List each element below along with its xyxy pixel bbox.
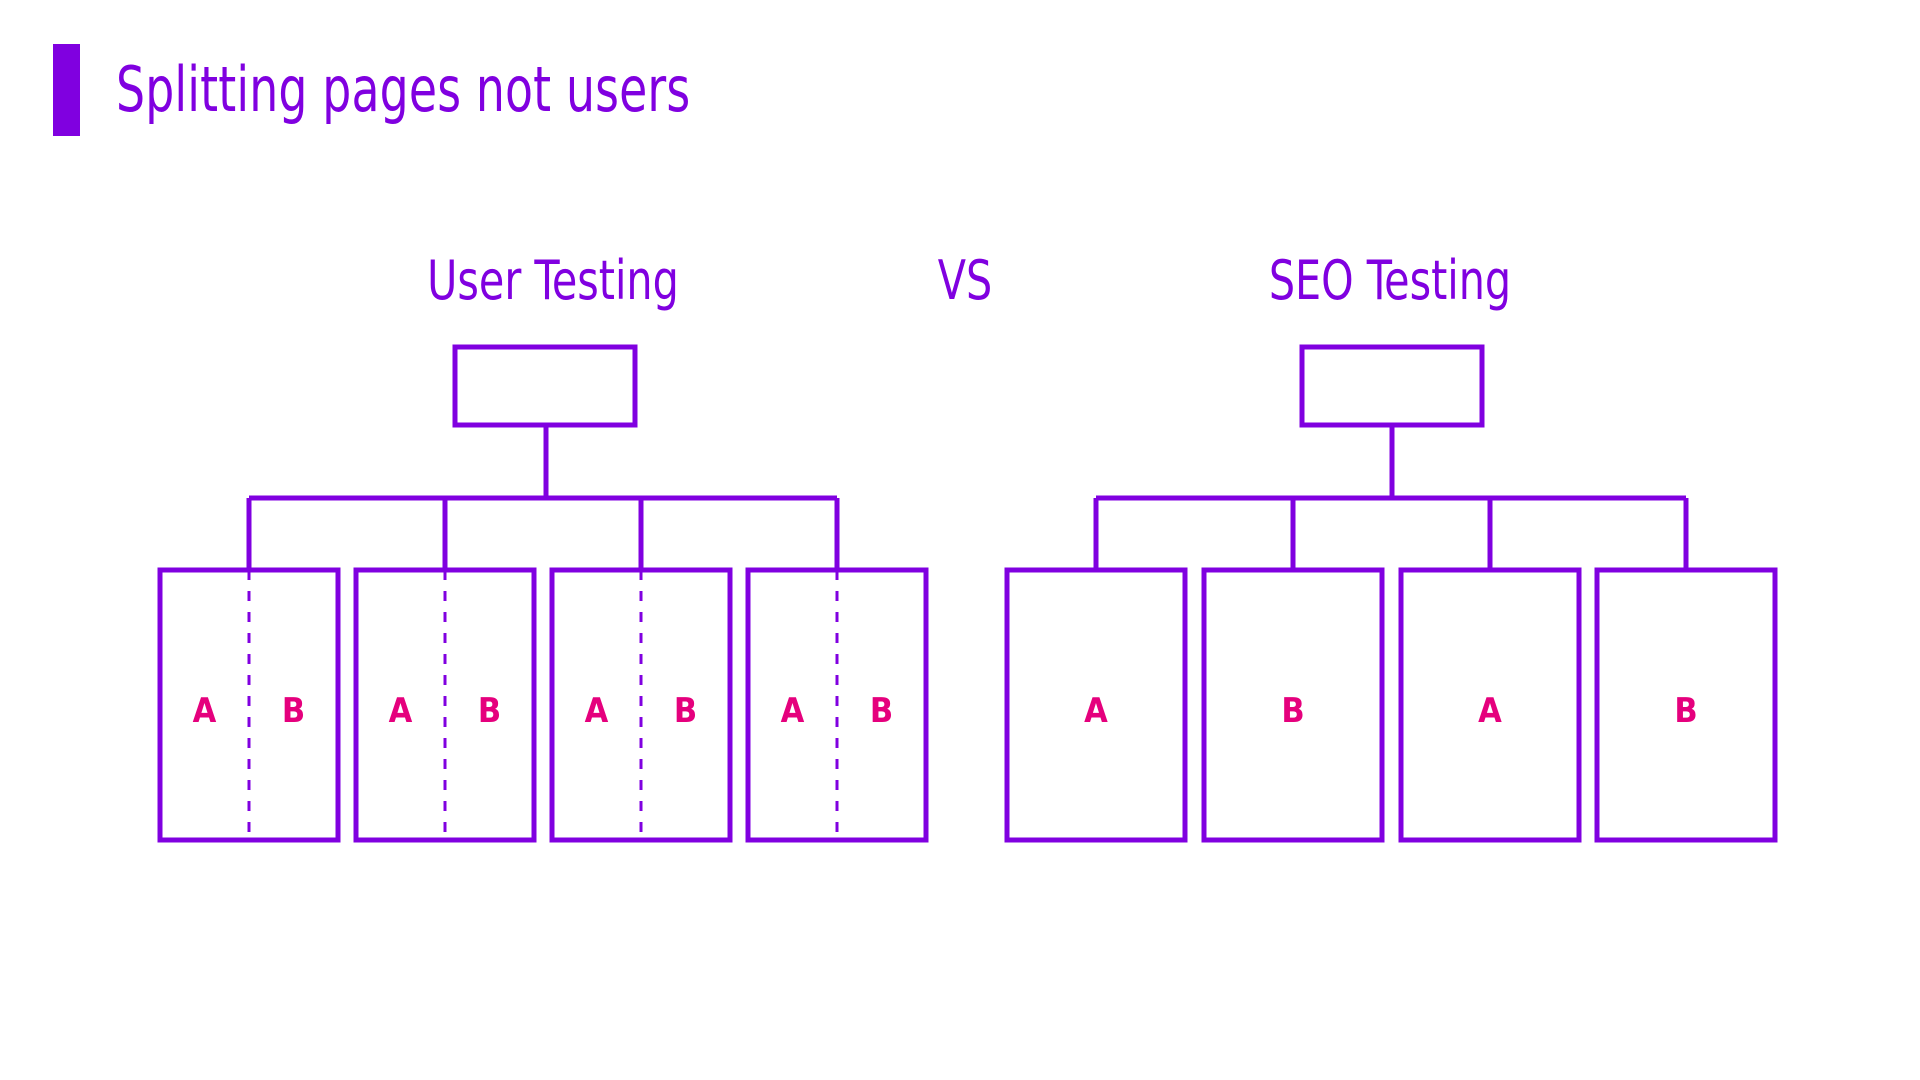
user-testing-page-3-label-a: A bbox=[584, 691, 609, 731]
user-testing-page-2-label-a: A bbox=[388, 691, 413, 731]
seo-testing-tree bbox=[1004, 344, 1778, 843]
user-testing-page-4-label-b: B bbox=[869, 691, 894, 731]
slide-canvas: Splitting pages not users User Testing V… bbox=[0, 0, 1920, 1080]
seo-testing-page-2-label: B bbox=[1281, 691, 1305, 731]
user-testing-page-3-label-b: B bbox=[673, 691, 698, 731]
seo-testing-page-3-label: A bbox=[1478, 691, 1502, 731]
user-testing-page-1-label-a: A bbox=[192, 691, 217, 731]
seo-testing-root-node bbox=[1299, 344, 1485, 428]
diagram-svg bbox=[157, 344, 1778, 843]
user-testing-root-node bbox=[452, 344, 638, 428]
seo-testing-page-4-label: B bbox=[1674, 691, 1698, 731]
seo-testing-page-1-label: A bbox=[1084, 691, 1108, 731]
user-testing-tree bbox=[157, 344, 929, 843]
user-testing-page-1-label-b: B bbox=[281, 691, 306, 731]
user-testing-page-4-label-a: A bbox=[780, 691, 805, 731]
user-testing-page-2-label-b: B bbox=[477, 691, 502, 731]
